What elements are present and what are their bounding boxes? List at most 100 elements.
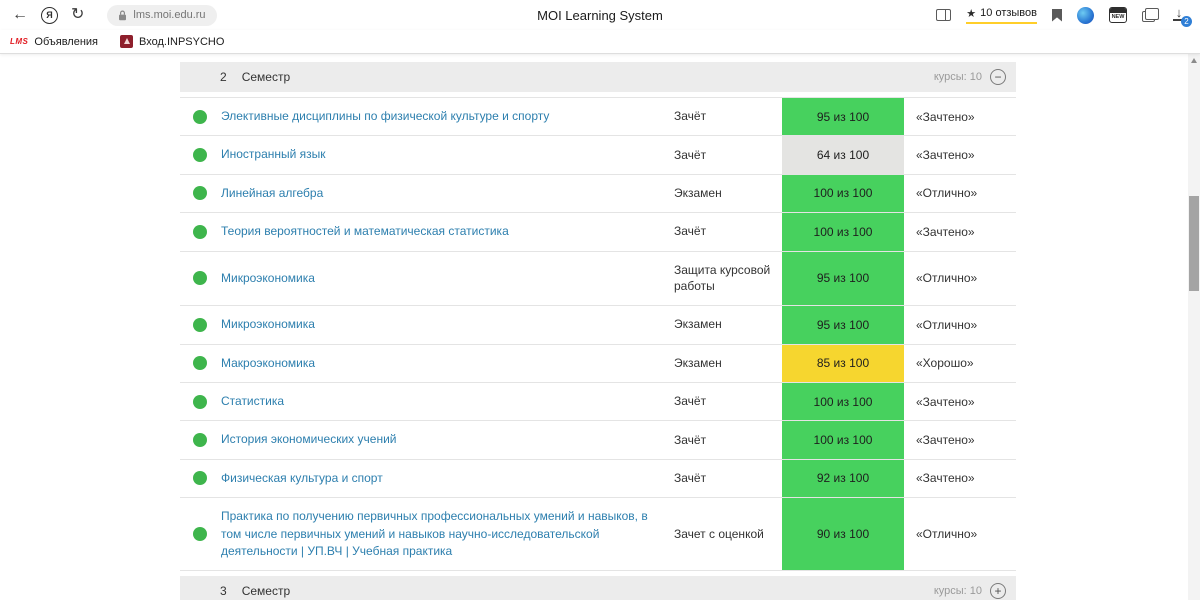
extension-blue-icon[interactable] [1077, 6, 1094, 24]
semester-label: Семестр [241, 70, 291, 84]
course-link[interactable]: Элективные дисциплины по физической куль… [207, 98, 674, 135]
new-label: NEW [1111, 14, 1125, 20]
status-dot-icon [193, 433, 207, 448]
bookmark-label: Объявления [34, 35, 99, 48]
toolbar-right: ★ 10 отзывов NEW ↓ 2 [936, 6, 1192, 27]
status-dot-icon [193, 356, 207, 371]
star-icon: ★ [966, 7, 977, 20]
course-link[interactable]: Линейная алгебра [207, 175, 674, 212]
assessment-type: Защита курсовой работы [674, 262, 771, 294]
assessment-type: Зачёт [674, 432, 707, 447]
course-link[interactable]: Микроэкономика [207, 260, 674, 297]
assessment-type: Зачёт [674, 109, 707, 124]
course-link[interactable]: История экономических учений [207, 421, 674, 458]
semester-2-header: 2 Семестр курсы: 10 − [180, 62, 1016, 92]
course-row: Макроэкономика Экзамен 85 из 100 «Хорошо… [180, 344, 1016, 383]
assessment-type: Зачет с оценкой [674, 526, 764, 541]
bookmark-announcements[interactable]: LMS Объявления [10, 36, 98, 48]
back-icon[interactable]: ← [12, 7, 28, 23]
course-row: История экономических учений Зачёт 100 и… [180, 421, 1016, 460]
assessment-type: Зачёт [674, 224, 707, 239]
score-badge: 100 из 100 [782, 421, 904, 459]
course-row: Линейная алгебра Экзамен 100 из 100 «Отл… [180, 174, 1016, 214]
page-title: MOI Learning System [537, 7, 663, 23]
scrollbar-thumb[interactable] [1189, 196, 1199, 291]
grade-text: «Зачтено» [916, 433, 975, 448]
bookmark-inpsycho[interactable]: Вход.INPSYCHO [120, 35, 224, 48]
assessment-type: Экзамен [674, 186, 722, 201]
bookmarks-bar: LMS Объявления Вход.INPSYCHO [0, 30, 1200, 54]
grade-text: «Отлично» [916, 186, 978, 201]
scroll-up-button[interactable] [1188, 54, 1200, 67]
status-dot-icon [193, 271, 207, 286]
grade-text: «Отлично» [916, 317, 978, 332]
grade-text: «Зачтено» [916, 394, 975, 409]
site-rating-widget[interactable]: ★ 10 отзывов [966, 7, 1037, 24]
page-scrollbar[interactable] [1188, 54, 1200, 600]
course-link[interactable]: Макроэкономика [207, 345, 674, 382]
grade-text: «Зачтено» [916, 148, 975, 163]
expand-toggle[interactable]: + [990, 583, 1006, 600]
status-dot-icon [193, 224, 207, 239]
address-bar[interactable]: lms.moi.edu.ru [107, 4, 217, 26]
bookmark-flag-icon[interactable] [1052, 8, 1062, 22]
course-link[interactable]: Статистика [207, 383, 674, 420]
collections-icon[interactable] [1142, 8, 1159, 22]
course-row: Элективные дисциплины по физической куль… [180, 98, 1016, 137]
courses-count: курсы: 10 [933, 585, 982, 598]
course-row: Микроэкономика Защита курсовой работы 95… [180, 251, 1016, 307]
course-link[interactable]: Микроэкономика [207, 306, 674, 343]
courses-table: Элективные дисциплины по физической куль… [180, 97, 1016, 572]
collapse-toggle[interactable]: − [990, 69, 1006, 85]
course-row: Иностранный язык Зачёт 64 из 100 «Зачтен… [180, 136, 1016, 175]
assessment-type: Зачёт [674, 394, 707, 409]
refresh-icon[interactable]: ↻ [71, 7, 84, 23]
assessment-type: Зачёт [674, 147, 707, 162]
score-badge: 100 из 100 [782, 174, 904, 213]
assessment-type: Экзамен [674, 355, 722, 370]
score-badge: 95 из 100 [782, 251, 904, 306]
grade-text: «Отлично» [916, 271, 978, 286]
course-row: Статистика Зачёт 100 из 100 «Зачтено» [180, 382, 1016, 422]
up-arrow-icon [1191, 58, 1197, 63]
semester-3-header: 3 Семестр курсы: 10 + [180, 576, 1016, 600]
course-row: Микроэкономика Экзамен 95 из 100 «Отличн… [180, 306, 1016, 345]
status-dot-icon [193, 317, 207, 332]
courses-count: курсы: 10 [933, 71, 982, 83]
course-row: Теория вероятностей и математическая ста… [180, 213, 1016, 252]
semester-number: 2 [220, 70, 227, 84]
course-row: Практика по получению первичных професси… [180, 498, 1016, 572]
inpsycho-favicon [120, 35, 134, 48]
grade-text: «Хорошо» [916, 356, 974, 371]
downloads-button[interactable]: ↓ 2 [1170, 6, 1192, 27]
status-dot-icon [193, 394, 207, 409]
course-link[interactable]: Теория вероятностей и математическая ста… [207, 213, 674, 250]
course-link[interactable]: Иностранный язык [207, 136, 674, 173]
grade-text: «Отлично» [916, 527, 978, 542]
sidebar-panels-icon[interactable] [936, 9, 952, 21]
grade-text: «Зачтено» [916, 471, 975, 486]
assessment-type: Зачёт [674, 471, 707, 486]
bookmark-label: Вход.INPSYCHO [139, 35, 225, 48]
grade-text: «Зачтено» [916, 224, 975, 239]
course-link[interactable]: Физическая культура и спорт [207, 460, 674, 497]
semester-label: Семестр [241, 584, 291, 599]
score-badge: 64 из 100 [782, 136, 904, 174]
score-badge: 90 из 100 [782, 498, 904, 571]
status-dot-icon [193, 186, 207, 201]
extension-new-icon[interactable]: NEW [1109, 7, 1127, 23]
status-dot-icon [193, 109, 207, 124]
url-text: lms.moi.edu.ru [133, 9, 206, 21]
score-badge: 100 из 100 [782, 382, 904, 421]
lock-icon [119, 10, 127, 20]
yandex-browser-icon[interactable]: Я [41, 6, 58, 24]
gradebook-panel: 2 Семестр курсы: 10 − Элективные дисципл… [180, 62, 1016, 600]
page-content: 2 Семестр курсы: 10 − Элективные дисципл… [0, 54, 1200, 600]
assessment-type: Экзамен [674, 317, 722, 332]
grade-text: «Зачтено» [916, 109, 975, 124]
status-dot-icon [193, 148, 207, 163]
semester-number: 3 [220, 584, 227, 599]
course-link[interactable]: Практика по получению первичных професси… [207, 498, 674, 570]
score-badge: 95 из 100 [782, 98, 904, 136]
download-count-badge: 2 [1181, 16, 1192, 27]
